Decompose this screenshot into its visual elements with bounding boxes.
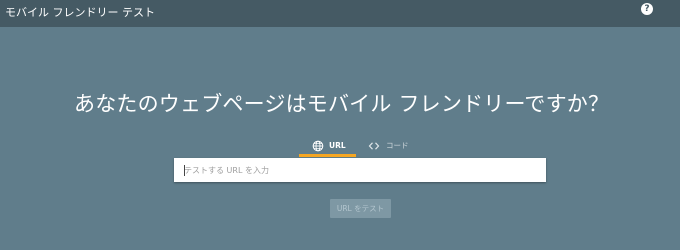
tab-code-label: コード	[386, 141, 409, 150]
globe-icon	[312, 140, 324, 152]
test-url-button[interactable]: URL をテスト	[330, 199, 391, 218]
tab-selected-indicator	[299, 154, 356, 157]
top-app-bar: モバイル フレンドリー テスト ?	[0, 0, 680, 27]
page-headline: あなたのウェブページはモバイル フレンドリーですか？	[74, 92, 610, 116]
tab-url-label: URL	[329, 141, 346, 150]
app-title: モバイル フレンドリー テスト	[5, 6, 155, 19]
url-input[interactable]	[174, 158, 546, 182]
tab-url[interactable]: URL	[299, 138, 356, 157]
tab-code[interactable]: コード	[362, 138, 422, 157]
help-icon[interactable]: ?	[641, 3, 653, 15]
code-icon	[368, 142, 380, 150]
text-caret	[184, 165, 185, 176]
